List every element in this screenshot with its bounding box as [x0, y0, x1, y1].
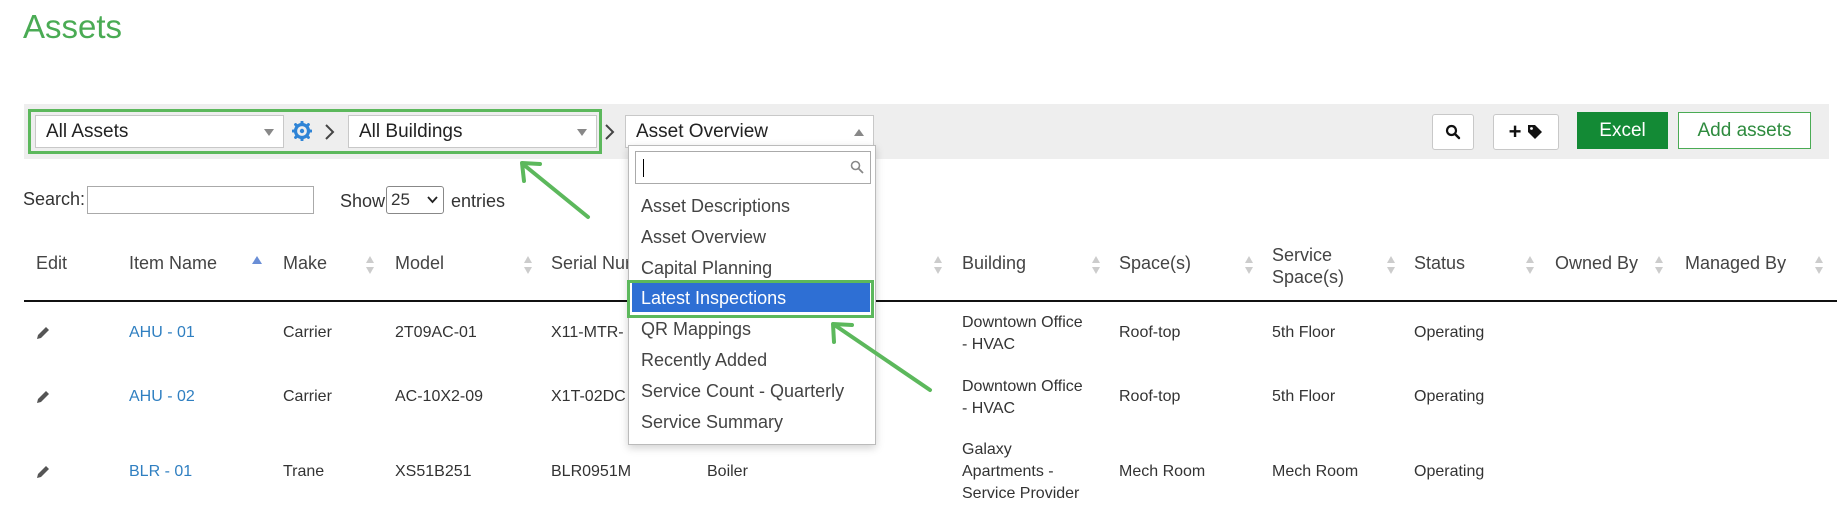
report-select-value: Asset Overview	[636, 121, 768, 142]
sort-ascending-icon[interactable]	[252, 256, 262, 264]
sort-icon[interactable]	[1387, 256, 1395, 278]
serial-cell: BLR0951M	[551, 463, 632, 480]
annotation-highlight-selected-item	[627, 280, 874, 318]
search-icon	[1445, 124, 1461, 140]
item-name-link[interactable]: AHU - 01	[129, 322, 195, 344]
space-cell: Roof-top	[1119, 388, 1181, 405]
dropdown-item-asset-descriptions[interactable]: Asset Descriptions	[641, 196, 790, 217]
item-name-link[interactable]: BLR - 01	[129, 461, 192, 483]
add-assets-button[interactable]: Add assets	[1678, 112, 1811, 149]
sort-icon[interactable]	[366, 256, 374, 278]
model-cell: AC-10X2-09	[395, 388, 484, 405]
status-cell: Operating	[1414, 463, 1485, 480]
annotation-arrow-icon	[831, 322, 932, 392]
building-cell: Downtown Office - HVAC	[962, 376, 1083, 420]
sort-icon[interactable]	[1526, 256, 1534, 278]
space-cell: Roof-top	[1119, 324, 1181, 341]
annotation-highlight-filters	[28, 109, 602, 154]
table-header-divider	[24, 300, 1837, 302]
column-header-edit: Edit	[36, 253, 68, 273]
column-header-serial-number[interactable]: Serial Nur	[551, 253, 631, 274]
show-label: Show	[340, 191, 386, 211]
building-cell: Downtown Office - HVAC	[962, 312, 1083, 356]
entries-per-page-value: 25	[391, 190, 410, 209]
make-cell: Trane	[283, 463, 325, 480]
table-search-input[interactable]	[87, 186, 314, 214]
building-cell-line: Service Provider	[962, 485, 1080, 502]
sort-icon[interactable]	[1092, 256, 1100, 278]
service-space-cell: 5th Floor	[1272, 388, 1336, 405]
column-header-service-spaces-line2: Space(s)	[1272, 267, 1345, 287]
building-cell-line: Galaxy	[962, 441, 1012, 458]
column-header-managed-by[interactable]: Managed By	[1685, 253, 1786, 274]
dropdown-item-asset-overview[interactable]: Asset Overview	[641, 227, 766, 248]
column-header-model[interactable]: Model	[395, 253, 444, 274]
service-space-cell: Mech Room	[1272, 463, 1359, 480]
building-cell-line: Apartments -	[962, 463, 1054, 480]
dropdown-item-qr-mappings[interactable]: QR Mappings	[641, 319, 751, 340]
space-cell: Mech Room	[1119, 463, 1206, 480]
breadcrumb-chevron-icon	[605, 124, 615, 140]
column-header-spaces[interactable]: Space(s)	[1119, 253, 1191, 274]
serial-cell: X1T-02DC	[551, 388, 626, 405]
pencil-icon[interactable]	[36, 390, 50, 404]
page-title: Assets	[23, 8, 123, 45]
report-select[interactable]: Asset Overview	[625, 115, 874, 148]
model-cell: 2T09AC-01	[395, 324, 477, 341]
column-header-make[interactable]: Make	[283, 253, 327, 274]
text-cursor	[643, 159, 644, 177]
tag-icon	[1528, 125, 1543, 139]
search-icon	[850, 160, 864, 174]
building-cell-line: - HVAC	[962, 400, 1016, 417]
sort-icon[interactable]	[934, 256, 942, 278]
entries-label: entries	[451, 191, 506, 211]
entries-per-page-select[interactable]: 25	[386, 186, 444, 214]
annotation-arrow-icon	[520, 161, 590, 219]
sort-icon[interactable]	[1815, 256, 1823, 278]
asset-type-cell: Boiler	[707, 463, 748, 480]
sort-icon[interactable]	[524, 256, 532, 278]
chevron-down-icon	[427, 196, 438, 204]
chevron-up-icon	[854, 129, 864, 136]
column-header-service-spaces-line1: Service	[1272, 245, 1333, 265]
building-cell-line: Downtown Office	[962, 378, 1083, 395]
column-header-status[interactable]: Status	[1414, 253, 1465, 274]
sort-icon[interactable]	[1655, 256, 1663, 278]
service-space-cell: 5th Floor	[1272, 324, 1336, 341]
dropdown-item-recently-added[interactable]: Recently Added	[641, 350, 767, 371]
column-header-owned-by[interactable]: Owned By	[1555, 253, 1638, 274]
item-name-link[interactable]: AHU - 02	[129, 386, 195, 408]
serial-cell: X11-MTR-	[551, 324, 624, 341]
plus-icon: +	[1508, 119, 1522, 144]
sort-icon[interactable]	[1245, 256, 1253, 278]
building-cell-line: Downtown Office	[962, 314, 1083, 331]
building-cell: Galaxy Apartments - Service Provider	[962, 439, 1079, 505]
excel-export-button[interactable]: Excel	[1577, 112, 1668, 149]
dropdown-item-capital-planning[interactable]: Capital Planning	[641, 258, 772, 279]
search-button[interactable]	[1432, 114, 1474, 150]
column-header-service-spaces[interactable]: Service Space(s)	[1272, 244, 1344, 288]
make-cell: Carrier	[283, 324, 332, 341]
column-header-item-name[interactable]: Item Name	[129, 253, 217, 274]
model-cell: XS51B251	[395, 463, 472, 480]
dropdown-search-input[interactable]	[635, 151, 871, 184]
dropdown-item-service-summary[interactable]: Service Summary	[641, 412, 783, 433]
pencil-icon[interactable]	[36, 326, 50, 340]
status-cell: Operating	[1414, 388, 1485, 405]
building-cell-line: - HVAC	[962, 336, 1016, 353]
status-cell: Operating	[1414, 324, 1485, 341]
make-cell: Carrier	[283, 388, 332, 405]
add-tag-button[interactable]: +	[1493, 114, 1559, 150]
dropdown-item-service-count-quarterly[interactable]: Service Count - Quarterly	[641, 381, 844, 402]
column-header-building[interactable]: Building	[962, 253, 1026, 274]
pencil-icon[interactable]	[36, 465, 50, 479]
search-label: Search:	[23, 189, 86, 209]
